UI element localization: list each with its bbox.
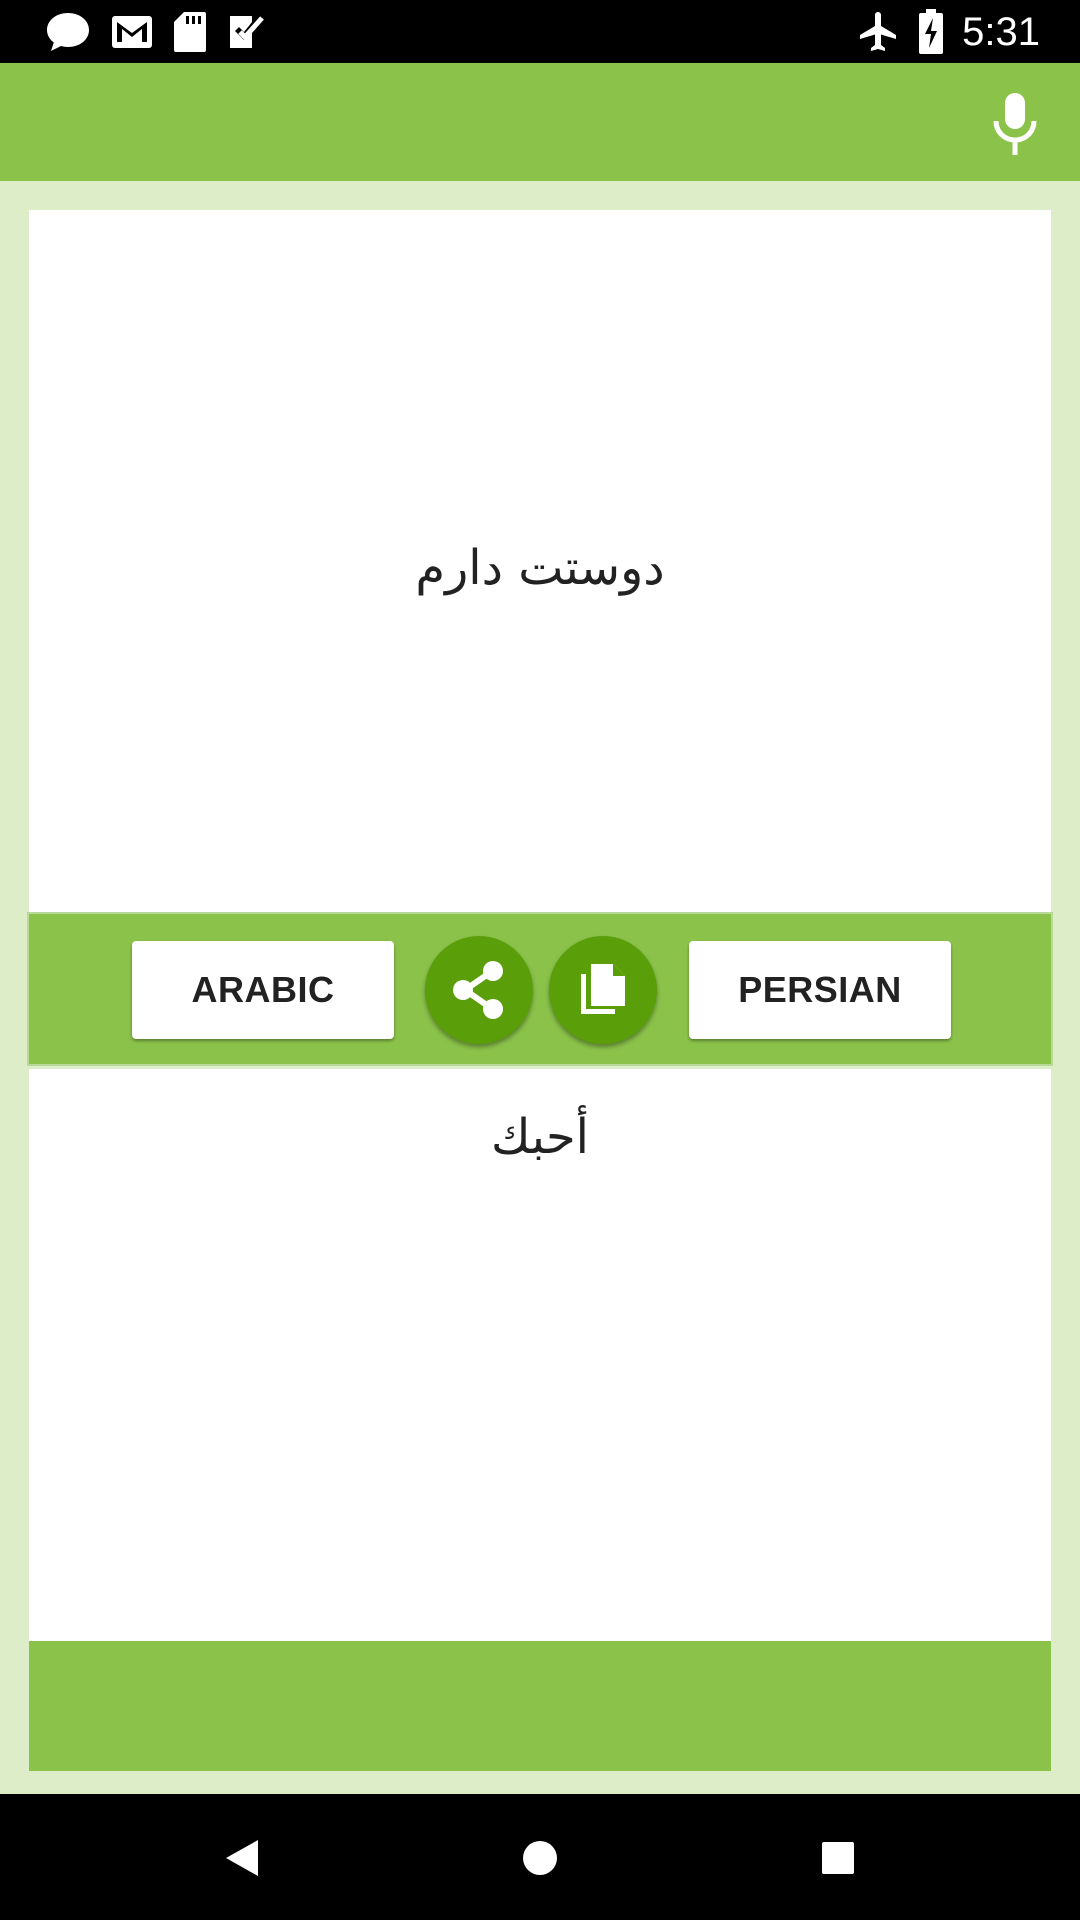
recents-square-icon: [822, 1842, 854, 1874]
home-button[interactable]: [512, 1830, 568, 1886]
content-area: دوستت دارم ARABIC PERSIAN أحبك: [0, 181, 1080, 1794]
target-text-card[interactable]: أحبك: [29, 1069, 1051, 1644]
status-time: 5:31: [962, 10, 1040, 54]
app-toolbar: [0, 63, 1080, 181]
footer-banner: [29, 1641, 1051, 1771]
target-language-button[interactable]: PERSIAN: [689, 941, 951, 1039]
share-button[interactable]: [425, 936, 533, 1044]
recents-button[interactable]: [810, 1830, 866, 1886]
microphone-button[interactable]: [980, 89, 1050, 159]
translated-text: أحبك: [491, 1109, 589, 1165]
back-triangle-icon: [226, 1840, 258, 1876]
language-bar: ARABIC PERSIAN: [27, 912, 1053, 1066]
system-nav-bar: [0, 1794, 1080, 1920]
share-icon: [453, 961, 503, 1019]
chat-bubble-icon: [44, 8, 92, 56]
sd-card-icon: [172, 10, 208, 54]
task-check-icon: [226, 12, 266, 52]
microphone-icon: [993, 93, 1037, 155]
airplane-mode-icon: [856, 10, 900, 54]
source-text: دوستت دارم: [415, 540, 665, 596]
copy-icon: [581, 964, 625, 1014]
gmail-icon: [110, 12, 154, 52]
status-bar: 5:31: [0, 0, 1080, 63]
home-circle-icon: [523, 1841, 557, 1875]
source-language-button[interactable]: ARABIC: [132, 941, 394, 1039]
source-text-card[interactable]: دوستت دارم: [29, 210, 1051, 914]
battery-charging-icon: [918, 9, 944, 55]
copy-button[interactable]: [549, 936, 657, 1044]
back-button[interactable]: [214, 1830, 270, 1886]
